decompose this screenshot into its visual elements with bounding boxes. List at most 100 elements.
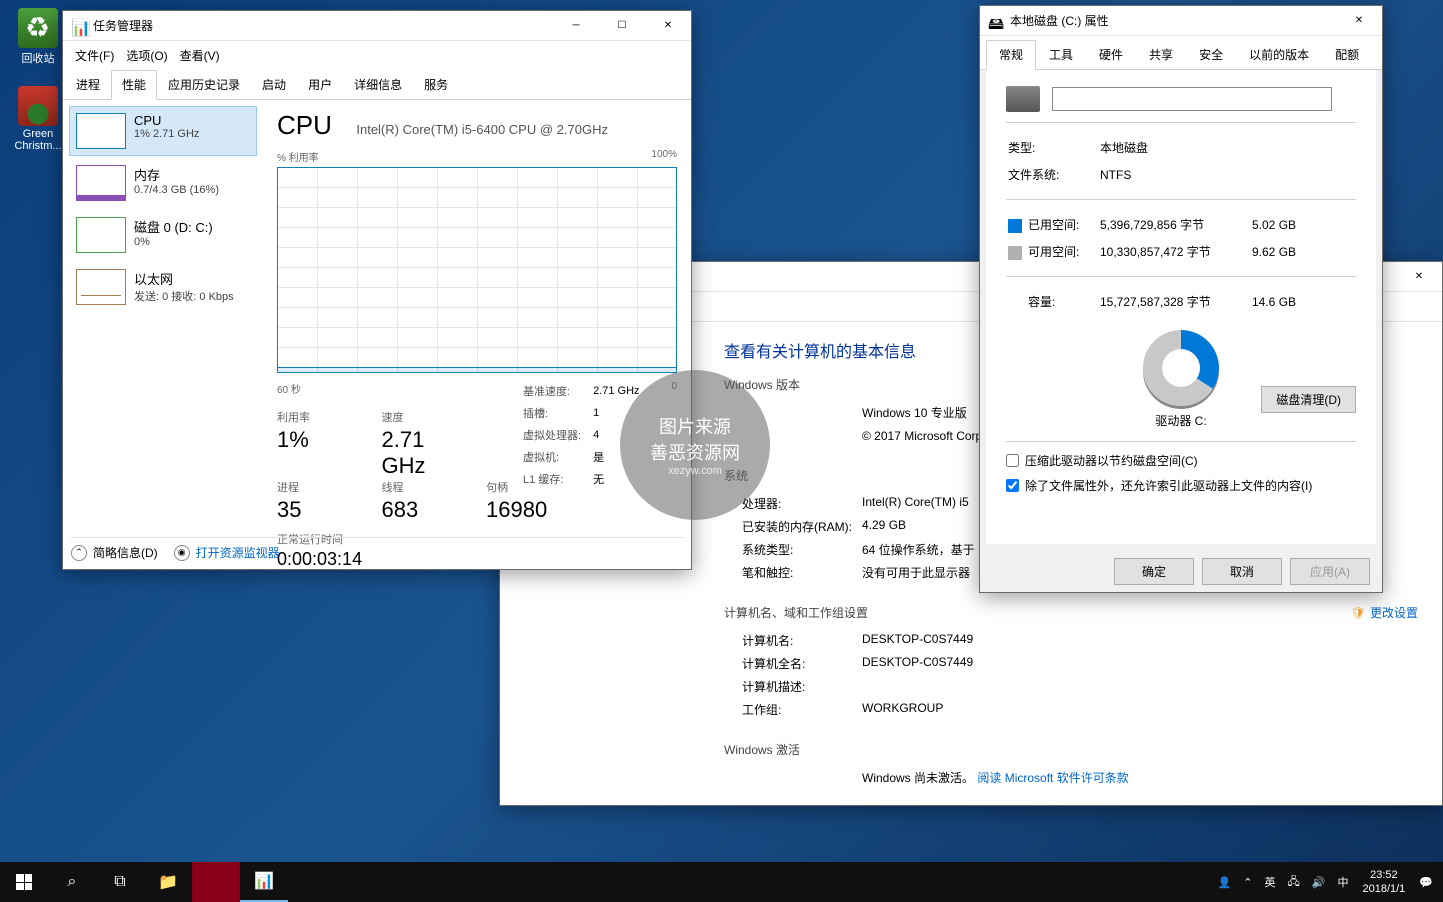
change-settings-link[interactable]: 更改设置 [1351, 604, 1418, 621]
tree-icon [18, 86, 58, 126]
task-manager-window: 📊 任务管理器 ─ ☐ ✕ 文件(F) 选项(O) 查看(V) 进程 性能 应用… [62, 10, 692, 570]
computer-name-header: 计算机名、域和工作组设置 [724, 604, 1418, 621]
tab-tools[interactable]: 工具 [1036, 40, 1086, 69]
taskmgr-tabs: 进程 性能 应用历史记录 启动 用户 详细信息 服务 [63, 70, 691, 100]
cpu-thumb [76, 113, 126, 149]
perf-sidebar: CPU1% 2.71 GHz 内存0.7/4.3 GB (16%) 磁盘 0 (… [63, 100, 263, 550]
index-checkbox-row[interactable]: 除了文件属性外，还允许索引此驱动器上文件的内容(I) [1006, 477, 1356, 494]
menu-file[interactable]: 文件(F) [69, 43, 120, 68]
app1-taskbar-icon[interactable] [192, 862, 240, 902]
free-bytes: 10,330,857,472 字节 [1100, 239, 1250, 264]
shortcut-label: Green Christm... [8, 128, 68, 152]
tab-security[interactable]: 安全 [1186, 40, 1236, 69]
activation-header: Windows 激活 [724, 741, 1418, 758]
menu-options[interactable]: 选项(O) [120, 43, 173, 68]
taskmgr-icon: 📊 [71, 18, 87, 34]
taskbar: ⌕ ⧉ 📁 📊 👤 ⌃ 英 🖧 🔊 中 23:52 2018/1/1 💬 [0, 862, 1443, 902]
tab-processes[interactable]: 进程 [65, 70, 111, 99]
tray-chevron-icon[interactable]: ⌃ [1237, 876, 1258, 889]
ime-icon[interactable]: 英 [1259, 874, 1282, 890]
tab-quota[interactable]: 配额 [1322, 40, 1372, 69]
activation-status: Windows 尚未激活。 [862, 771, 974, 785]
start-button[interactable] [0, 862, 48, 902]
taskmgr-taskbar-icon[interactable]: 📊 [240, 862, 288, 902]
notification-icon[interactable]: 💬 [1413, 876, 1439, 889]
diskprop-tabs: 常规 工具 硬件 共享 安全 以前的版本 配额 [980, 36, 1382, 70]
free-swatch [1008, 246, 1022, 260]
drive-icon: 🖴 [988, 13, 1004, 29]
tab-sharing[interactable]: 共享 [1136, 40, 1186, 69]
close-button[interactable]: ✕ [1336, 6, 1382, 36]
network-icon[interactable]: 🖧 [1282, 873, 1306, 892]
perf-item-memory[interactable]: 内存0.7/4.3 GB (16%) [69, 158, 257, 208]
cpu-speed: 2.71 GHz [382, 427, 469, 479]
recycle-bin[interactable]: 回收站 [8, 8, 68, 66]
computer-name: DESKTOP-C0S7449 [862, 632, 1418, 649]
used-bytes: 5,396,729,856 字节 [1100, 212, 1250, 237]
free-gb: 9.62 GB [1252, 239, 1304, 264]
tab-startup[interactable]: 启动 [251, 70, 297, 99]
workgroup: WORKGROUP [862, 701, 1418, 718]
perf-cpu-title: CPU [277, 110, 332, 141]
taskmgr-menubar: 文件(F) 选项(O) 查看(V) [63, 41, 691, 70]
tab-performance[interactable]: 性能 [111, 70, 157, 100]
disk-thumb [76, 217, 126, 253]
used-swatch [1008, 219, 1022, 233]
search-button[interactable]: ⌕ [48, 862, 96, 902]
taskmgr-titlebar[interactable]: 📊 任务管理器 ─ ☐ ✕ [63, 11, 691, 41]
minimize-button[interactable]: ─ [553, 11, 599, 41]
disk-cleanup-button[interactable]: 磁盘清理(D) [1261, 386, 1356, 413]
disk-type: 本地磁盘 [1100, 135, 1156, 160]
apply-button[interactable]: 应用(A) [1290, 558, 1370, 585]
volume-label-input[interactable] [1052, 87, 1332, 111]
close-button[interactable]: ✕ [1396, 262, 1442, 292]
perf-item-disk[interactable]: 磁盘 0 (D: C:)0% [69, 210, 257, 260]
index-checkbox[interactable] [1006, 479, 1019, 492]
close-button[interactable]: ✕ [645, 11, 691, 41]
thread-count: 683 [382, 497, 469, 523]
compress-checkbox[interactable] [1006, 454, 1019, 467]
resmon-icon: ◉ [174, 545, 190, 561]
perf-item-ethernet[interactable]: 以太网发送: 0 接收: 0 Kbps [69, 262, 257, 312]
task-view-button[interactable]: ⧉ [96, 862, 144, 902]
chevron-up-icon[interactable]: ⌃ [71, 545, 87, 561]
perf-item-cpu[interactable]: CPU1% 2.71 GHz [69, 106, 257, 156]
diskprop-titlebar[interactable]: 🖴 本地磁盘 (C:) 属性 ✕ [980, 6, 1382, 36]
capacity-bytes: 15,727,587,328 字节 [1100, 289, 1250, 314]
volume-icon[interactable]: 🔊 [1306, 876, 1332, 889]
green-christmas-shortcut[interactable]: Green Christm... [8, 86, 68, 152]
tab-hardware[interactable]: 硬件 [1086, 40, 1136, 69]
recycle-bin-icon [18, 8, 58, 48]
disk-usage-pie [1143, 330, 1219, 406]
ime-mode-icon[interactable]: 中 [1331, 874, 1354, 890]
brief-info-link[interactable]: 简略信息(D) [93, 544, 158, 561]
explorer-taskbar-icon[interactable]: 📁 [144, 862, 192, 902]
tab-details[interactable]: 详细信息 [343, 70, 413, 99]
cpu-utilization: 1% [277, 427, 364, 453]
license-terms-link[interactable]: 阅读 Microsoft 软件许可条款 [977, 771, 1128, 785]
clock[interactable]: 23:52 2018/1/1 [1354, 868, 1413, 897]
tab-services[interactable]: 服务 [413, 70, 459, 99]
tab-previous[interactable]: 以前的版本 [1236, 40, 1322, 69]
menu-view[interactable]: 查看(V) [174, 43, 226, 68]
recycle-bin-label: 回收站 [8, 50, 68, 66]
filesystem: NTFS [1100, 162, 1156, 187]
people-icon[interactable]: 👤 [1212, 876, 1238, 889]
ok-button[interactable]: 确定 [1114, 558, 1194, 585]
ethernet-thumb [76, 269, 126, 305]
handle-count: 16980 [486, 497, 573, 523]
tab-app-history[interactable]: 应用历史记录 [157, 70, 251, 99]
maximize-button[interactable]: ☐ [599, 11, 645, 41]
compress-checkbox-row[interactable]: 压缩此驱动器以节约磁盘空间(C) [1006, 452, 1356, 469]
used-gb: 5.02 GB [1252, 212, 1304, 237]
cpu-graph [277, 167, 677, 373]
drive-label: 驱动器 C: [1006, 412, 1356, 429]
tab-general[interactable]: 常规 [986, 40, 1036, 70]
tab-users[interactable]: 用户 [297, 70, 343, 99]
open-resmon-link[interactable]: 打开资源监视器 [196, 544, 280, 561]
memory-thumb [76, 165, 126, 201]
perf-cpu-model: Intel(R) Core(TM) i5-6400 CPU @ 2.70GHz [356, 122, 608, 137]
cancel-button[interactable]: 取消 [1202, 558, 1282, 585]
computer-fullname: DESKTOP-C0S7449 [862, 655, 1418, 672]
disk-icon [1006, 86, 1040, 112]
